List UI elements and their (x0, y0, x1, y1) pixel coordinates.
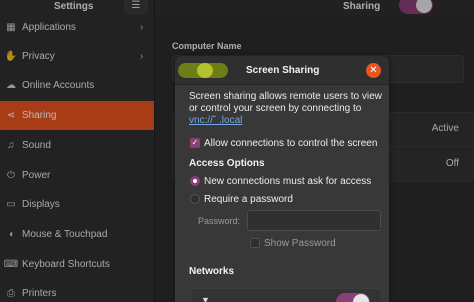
screen-sharing-dialog: Screen Sharing ✕ Screen sharing allows r… (175, 56, 389, 302)
allow-control-checkbox[interactable]: ✓ Allow connections to control the scree… (190, 136, 377, 150)
radio-label: New connections must ask for access (204, 175, 372, 187)
access-options-heading: Access Options (189, 158, 265, 169)
screen-sharing-toggle[interactable] (178, 63, 228, 78)
network-row: ▼ (190, 288, 382, 302)
radio-label: Require a password (204, 193, 293, 205)
radio-require-password[interactable]: Require a password (190, 192, 293, 206)
dialog-description: Screen sharing allows remote users to vi… (189, 91, 382, 114)
close-icon: ✕ (369, 65, 378, 76)
toggle-knob (353, 294, 369, 302)
show-password-checkbox[interactable]: Show Password (250, 237, 336, 249)
network-icon: ▼ (201, 295, 210, 302)
radio-ask-for-access[interactable]: New connections must ask for access (190, 174, 371, 188)
dialog-close-button[interactable]: ✕ (366, 63, 381, 78)
show-password-label: Show Password (264, 237, 336, 249)
vnc-address-link[interactable]: vnc://˘ .local (189, 115, 242, 126)
toggle-knob (197, 63, 213, 78)
dialog-header: Screen Sharing ✕ (175, 56, 389, 85)
password-label: Password: (198, 216, 241, 226)
checkbox-icon (250, 238, 260, 248)
radio-selected-icon (190, 176, 200, 186)
checkmark-icon: ✓ (190, 138, 200, 148)
password-field[interactable] (247, 210, 381, 231)
networks-heading: Networks (189, 266, 235, 277)
radio-unselected-icon (190, 194, 200, 204)
network-toggle[interactable] (336, 293, 370, 302)
dialog-title: Screen Sharing (246, 65, 320, 76)
allow-control-label: Allow connections to control the screen (204, 137, 378, 149)
